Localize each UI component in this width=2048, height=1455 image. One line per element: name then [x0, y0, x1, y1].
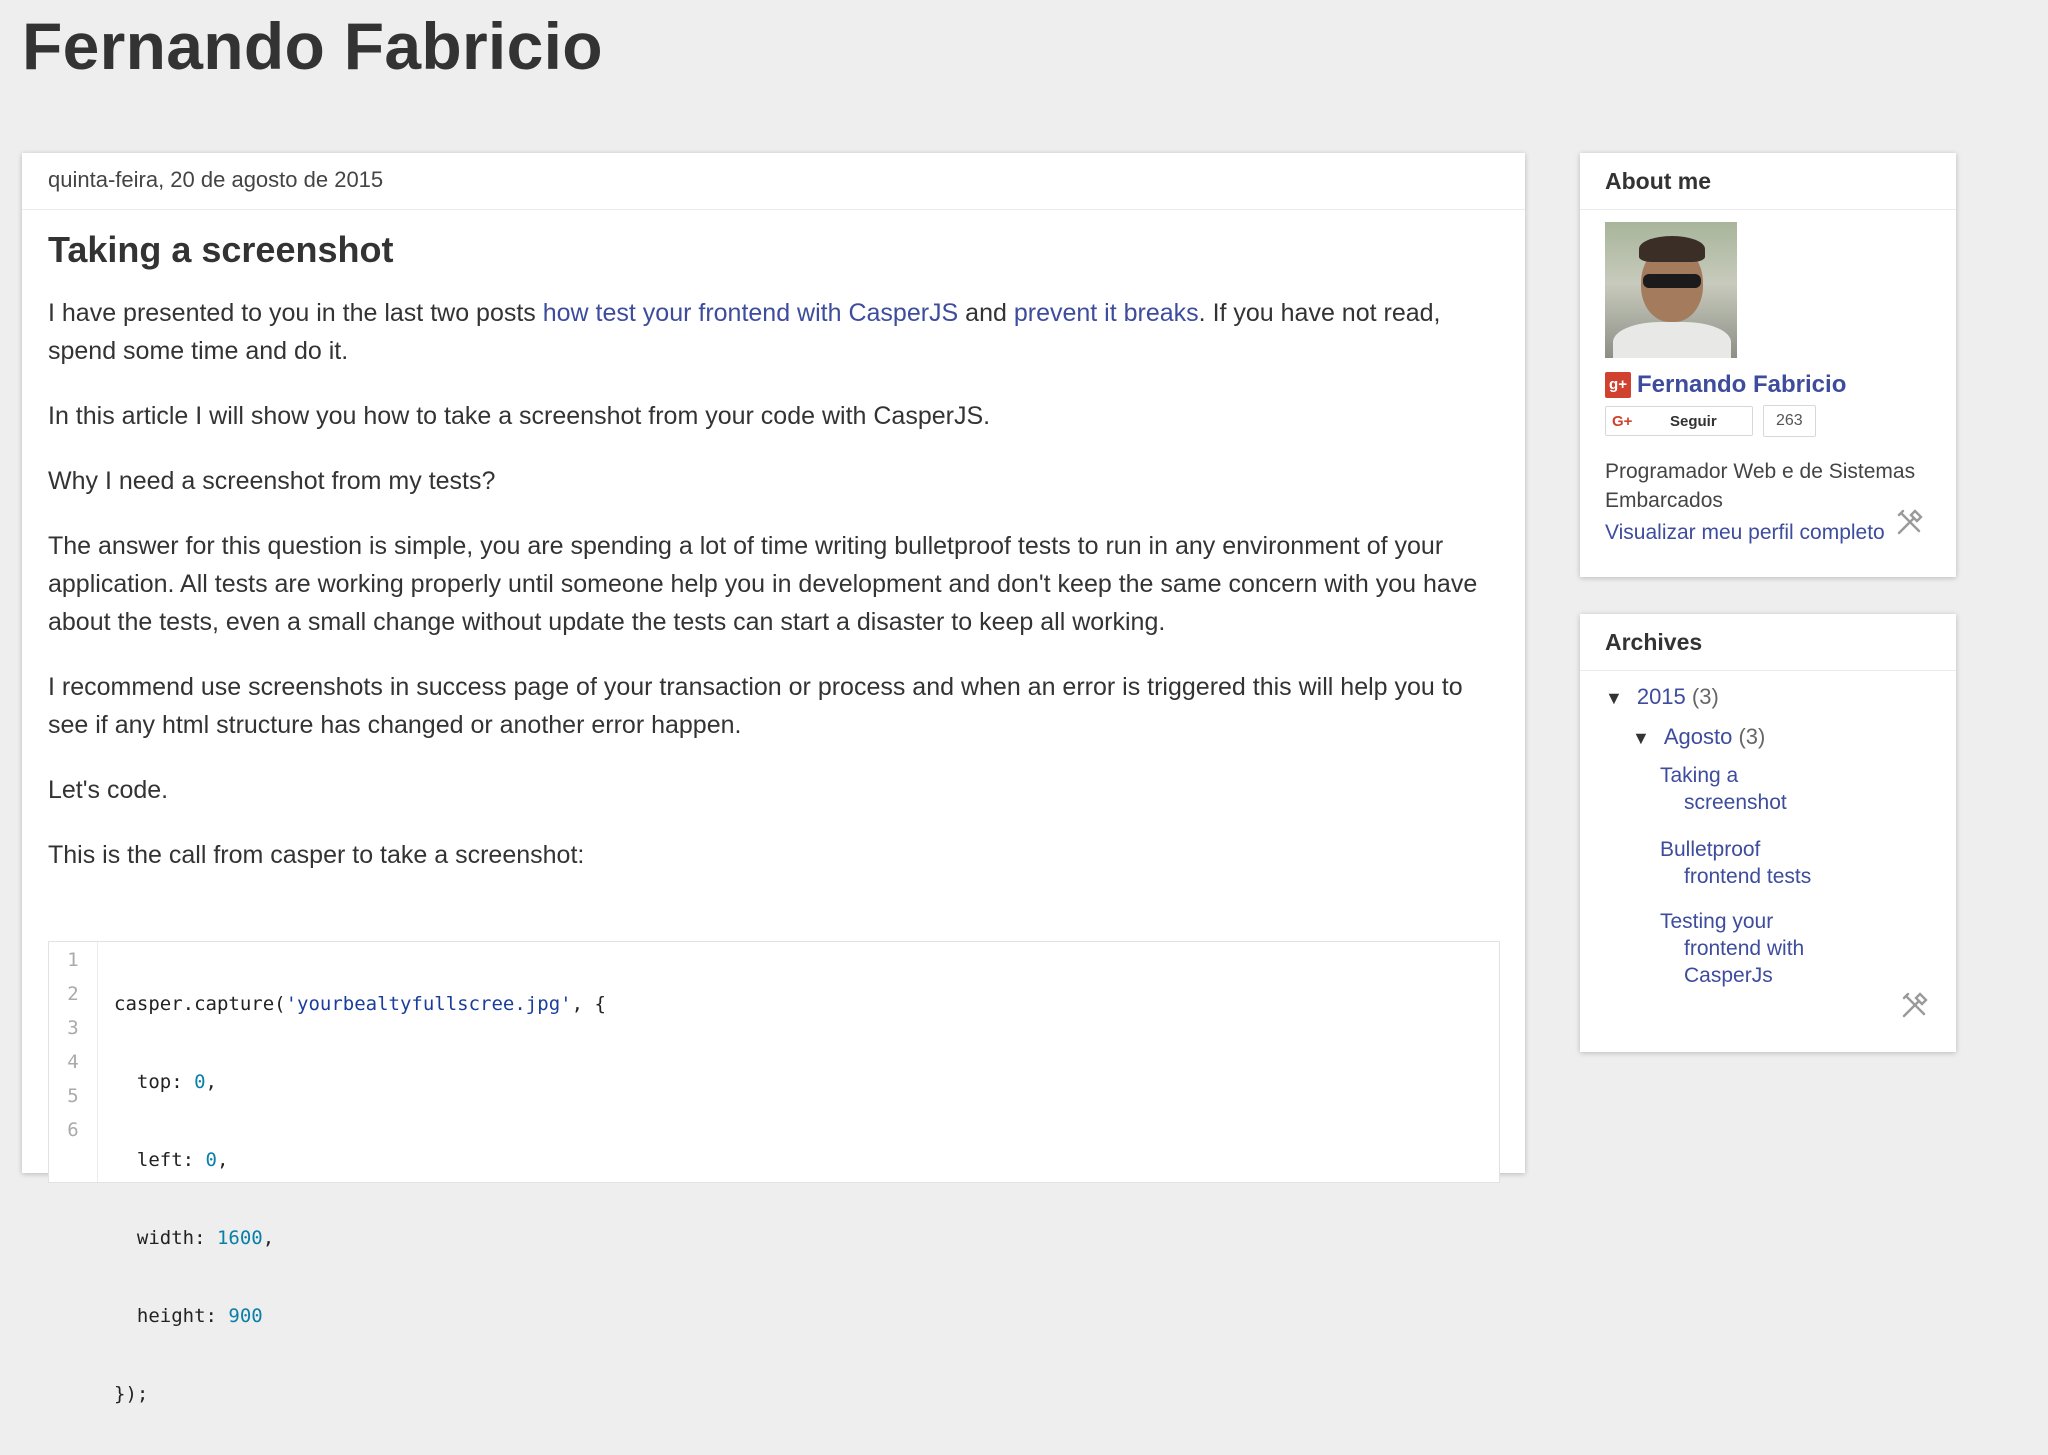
blog-title[interactable]: Fernando Fabricio	[22, 4, 603, 88]
code-line: casper.capture('yourbealtyfullscree.jpg'…	[114, 993, 606, 1015]
archives-title: Archives	[1580, 614, 1956, 671]
line-number: 4	[67, 1051, 79, 1073]
profile-description: Programador Web e de Sistemas Embarcados	[1605, 460, 1916, 512]
archive-post-link[interactable]: Testing your frontend with CasperJs	[1660, 908, 1830, 989]
archive-year-count: (3)	[1691, 684, 1719, 709]
line-number: 2	[67, 983, 79, 1005]
post-paragraph: This is the call from casper to take a s…	[48, 841, 585, 869]
post-paragraph: Let's code.	[48, 776, 169, 804]
archive-year-2015[interactable]: ▼ 2015 (3)	[1605, 682, 1719, 713]
google-plus-icon: g+	[1605, 372, 1631, 398]
code-lines: casper.capture('yourbealtyfullscree.jpg'…	[98, 942, 606, 1405]
archive-year-label[interactable]: 2015	[1637, 684, 1686, 709]
edit-widget-icon[interactable]	[1898, 988, 1932, 1022]
line-number: 5	[67, 1085, 79, 1107]
profile-name-link[interactable]: Fernando Fabricio	[1637, 371, 1846, 399]
profile-name-row: g+ Fernando Fabricio	[1605, 371, 1846, 399]
collapse-arrow-icon[interactable]: ▼	[1605, 688, 1623, 708]
post-paragraph: In this article I will show you how to t…	[48, 402, 991, 430]
post-paragraph: Why I need a screenshot from my tests?	[48, 467, 496, 495]
code-line: top: 0,	[114, 1071, 217, 1093]
follow-row: G+ Seguir 263	[1605, 405, 1816, 437]
view-full-profile-link[interactable]: Visualizar meu perfil completo	[1605, 521, 1885, 545]
archive-month-label[interactable]: Agosto	[1664, 724, 1733, 749]
link-prevent-it-breaks[interactable]: prevent it breaks	[1014, 299, 1199, 327]
link-test-frontend-casperjs[interactable]: how test your frontend with CasperJS	[543, 299, 958, 327]
archive-month-count: (3)	[1738, 724, 1766, 749]
archive-post-link[interactable]: Taking a screenshot	[1660, 762, 1860, 816]
follow-label: Seguir	[1670, 412, 1717, 430]
post-paragraph: The answer for this question is simple, …	[48, 532, 1478, 636]
code-line: left: 0,	[114, 1149, 229, 1171]
line-number: 6	[67, 1119, 79, 1141]
code-line-numbers: 1 2 3 4 5 6	[49, 942, 98, 1182]
about-me-widget: About me g+ Fernando Fabricio G+ Seguir …	[1580, 153, 1956, 577]
collapse-arrow-icon[interactable]: ▼	[1632, 728, 1650, 748]
post-body: Taking a screenshot I have presented to …	[22, 226, 1525, 874]
archive-month-agosto[interactable]: ▼ Agosto (3)	[1632, 722, 1765, 753]
about-me-title: About me	[1580, 153, 1956, 210]
post-card: quinta-feira, 20 de agosto de 2015 Takin…	[22, 153, 1525, 1405]
line-number: 1	[67, 949, 79, 971]
archive-post-link[interactable]: Bulletproof frontend tests	[1660, 836, 1860, 890]
post-paragraph: I recommend use screenshots in success p…	[48, 673, 1463, 739]
intro-text-start: I have presented to you in the last two …	[48, 299, 543, 327]
code-block[interactable]: 1 2 3 4 5 6 casper.capture('yourbealtyfu…	[48, 941, 1500, 1405]
post-date: quinta-feira, 20 de agosto de 2015	[22, 153, 1525, 210]
line-number: 3	[67, 1017, 79, 1039]
follower-count: 263	[1763, 405, 1816, 437]
google-plus-icon: G+	[1612, 412, 1633, 430]
code-line: });	[114, 1383, 149, 1405]
intro-text-mid: and	[958, 299, 1014, 327]
code-line: width: 1600,	[114, 1227, 275, 1249]
post-paragraph-intro: I have presented to you in the last two …	[48, 294, 1499, 370]
archives-widget: Archives ▼ 2015 (3) ▼ Agosto (3) Taking as…	[1580, 614, 1956, 1052]
follow-button[interactable]: G+ Seguir	[1605, 406, 1753, 436]
edit-widget-icon[interactable]	[1893, 505, 1927, 539]
post-title[interactable]: Taking a screenshot	[48, 226, 1499, 274]
avatar[interactable]	[1605, 222, 1737, 358]
code-line: height: 900	[114, 1305, 263, 1327]
